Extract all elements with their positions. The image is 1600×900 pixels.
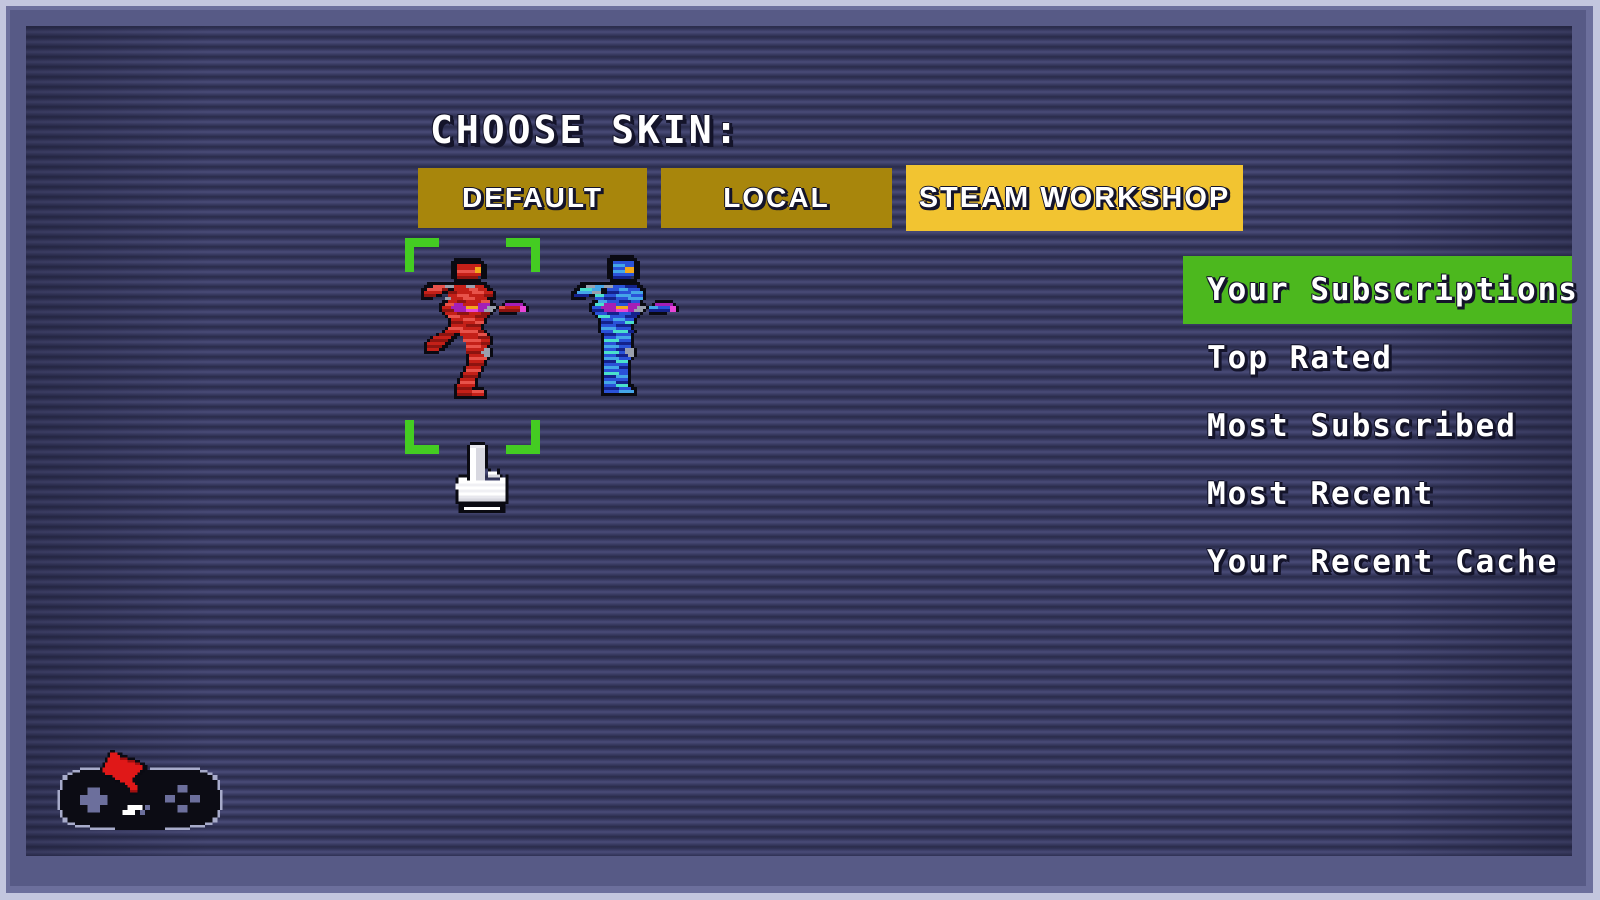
menu-item-most-recent[interactable]: Most Recent — [1183, 460, 1572, 528]
skin-thumbnail-blue-soldier[interactable] — [565, 252, 691, 432]
menu-item-top-rated[interactable]: Top Rated — [1183, 324, 1572, 392]
menu-item-label: Top Rated — [1207, 340, 1393, 376]
menu-item-most-subscribed[interactable]: Most Subscribed — [1183, 392, 1572, 460]
menu-item-your-subscriptions[interactable]: Your Subscriptions — [1183, 256, 1577, 324]
tab-local[interactable]: LOCAL — [661, 168, 892, 228]
skin-source-tabs: DEFAULT LOCAL STEAM WORKSHOP — [418, 165, 1243, 231]
page-title: CHOOSE SKIN: — [430, 108, 741, 152]
menu-item-label: Your Subscriptions — [1207, 272, 1579, 308]
tab-default[interactable]: DEFAULT — [418, 168, 647, 228]
menu-item-label: Your Recent Cache — [1207, 544, 1559, 580]
game-screen: CHOOSE SKIN: DEFAULT LOCAL STEAM WORKSHO… — [0, 0, 1600, 900]
workshop-category-menu: Your Subscriptions Top Rated Most Subscr… — [1183, 256, 1577, 596]
back-gamepad-button[interactable] — [55, 740, 230, 845]
menu-item-your-recent-cache[interactable]: Your Recent Cache — [1183, 528, 1572, 596]
menu-item-label: Most Subscribed — [1207, 408, 1517, 444]
pointing-hand-cursor — [455, 442, 509, 514]
tab-steam-workshop[interactable]: STEAM WORKSHOP — [906, 165, 1243, 231]
skin-thumbnail-red-soldier[interactable] — [415, 252, 541, 432]
menu-item-label: Most Recent — [1207, 476, 1435, 512]
